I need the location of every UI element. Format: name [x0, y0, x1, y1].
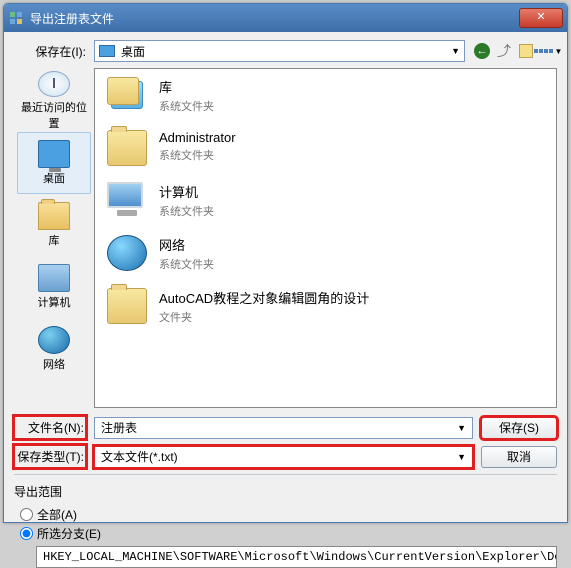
chevron-down-icon: ▼: [451, 46, 460, 56]
desktop-place-icon: [38, 140, 70, 168]
dialog-body: 保存在(I): 桌面 ▼ ← ⤴ ▼ 最近访问的位置: [4, 32, 567, 520]
item-type: 文件夹: [159, 309, 369, 325]
app-icon: [8, 10, 24, 26]
list-item[interactable]: 网络系统文件夹: [95, 227, 556, 280]
computer-icon: [38, 264, 70, 292]
radio-selected-input[interactable]: [20, 527, 33, 540]
export-range-title: 导出范围: [14, 483, 557, 500]
save-in-value: 桌面: [121, 43, 145, 60]
filename-value: 注册表: [101, 419, 137, 436]
toolbar: ← ⤴ ▼: [473, 42, 557, 60]
titlebar[interactable]: 导出注册表文件 ✕: [4, 4, 567, 32]
folder-icon: [107, 288, 147, 324]
network-icon: [38, 326, 70, 354]
item-name: Administrator: [159, 130, 236, 145]
item-type: 系统文件夹: [159, 203, 214, 219]
filetype-value: 文本文件(*.txt): [101, 448, 178, 465]
branch-path-input[interactable]: HKEY_LOCAL_MACHINE\SOFTWARE\Microsoft\Wi…: [36, 546, 557, 568]
close-button[interactable]: ✕: [519, 8, 563, 28]
item-type: 系统文件夹: [159, 98, 214, 114]
list-item[interactable]: Administrator 系统文件夹: [95, 122, 556, 174]
filename-label: 文件名(N):: [14, 416, 86, 439]
filetype-label: 保存类型(T):: [14, 445, 86, 468]
separator: [14, 474, 557, 475]
place-computer[interactable]: 计算机: [17, 256, 91, 318]
list-item[interactable]: 库系统文件夹: [95, 69, 556, 122]
libraries-icon: [107, 77, 147, 113]
place-label: 桌面: [43, 170, 65, 186]
filetype-combo[interactable]: 文本文件(*.txt) ▼: [94, 446, 473, 468]
radio-selected[interactable]: 所选分支(E): [20, 525, 557, 542]
cancel-button[interactable]: 取消: [481, 446, 557, 468]
place-label: 计算机: [38, 294, 71, 310]
place-label: 库: [49, 232, 60, 248]
radio-all-input[interactable]: [20, 508, 33, 521]
item-type: 系统文件夹: [159, 256, 214, 272]
places-bar: 最近访问的位置 桌面 库 计算机 网络: [14, 68, 94, 408]
title-text: 导出注册表文件: [30, 10, 519, 27]
place-desktop[interactable]: 桌面: [17, 132, 91, 194]
filename-input[interactable]: 注册表 ▼: [94, 417, 473, 439]
new-folder-button[interactable]: [517, 42, 535, 60]
place-libraries[interactable]: 库: [17, 194, 91, 256]
save-button[interactable]: 保存(S): [481, 417, 557, 439]
file-list[interactable]: 库系统文件夹 Administrator系统文件夹 计算机系统文件夹 网络系统文…: [94, 68, 557, 408]
place-recent[interactable]: 最近访问的位置: [17, 70, 91, 132]
computer-icon: [107, 182, 147, 218]
network-icon: [107, 235, 147, 271]
view-menu-button[interactable]: ▼: [539, 42, 557, 60]
desktop-icon: [99, 45, 115, 57]
up-button[interactable]: ⤴: [495, 42, 513, 60]
radio-all[interactable]: 全部(A): [20, 506, 557, 523]
chevron-down-icon: ▼: [457, 423, 466, 433]
place-label: 最近访问的位置: [18, 99, 90, 131]
save-in-label: 保存在(I):: [14, 43, 86, 60]
save-in-row: 保存在(I): 桌面 ▼ ← ⤴ ▼: [14, 40, 557, 62]
list-item[interactable]: AutoCAD教程之对象编辑圆角的设计文件夹: [95, 280, 556, 333]
dialog-window: 导出注册表文件 ✕ 保存在(I): 桌面 ▼ ← ⤴ ▼ 最近访问的位置: [3, 3, 568, 523]
list-item[interactable]: 计算机系统文件夹: [95, 174, 556, 227]
back-button[interactable]: ←: [473, 42, 491, 60]
mid-area: 最近访问的位置 桌面 库 计算机 网络: [14, 68, 557, 408]
bottom-rows: 文件名(N): 注册表 ▼ 保存(S) 保存类型(T): 文本文件(*.txt)…: [14, 416, 557, 468]
item-type: 系统文件夹: [159, 147, 236, 163]
item-name: AutoCAD教程之对象编辑圆角的设计: [159, 288, 369, 307]
save-in-combo[interactable]: 桌面 ▼: [94, 40, 465, 62]
chevron-down-icon: ▼: [457, 452, 466, 462]
folder-icon: [38, 202, 70, 230]
place-label: 网络: [43, 356, 65, 372]
radio-all-label: 全部(A): [37, 506, 77, 523]
item-name: 计算机: [159, 182, 214, 201]
place-network[interactable]: 网络: [17, 318, 91, 380]
radio-selected-label: 所选分支(E): [37, 525, 101, 542]
recent-icon: [38, 71, 70, 97]
item-name: 网络: [159, 235, 214, 254]
item-name: 库: [159, 77, 214, 96]
folder-icon: [107, 130, 147, 166]
